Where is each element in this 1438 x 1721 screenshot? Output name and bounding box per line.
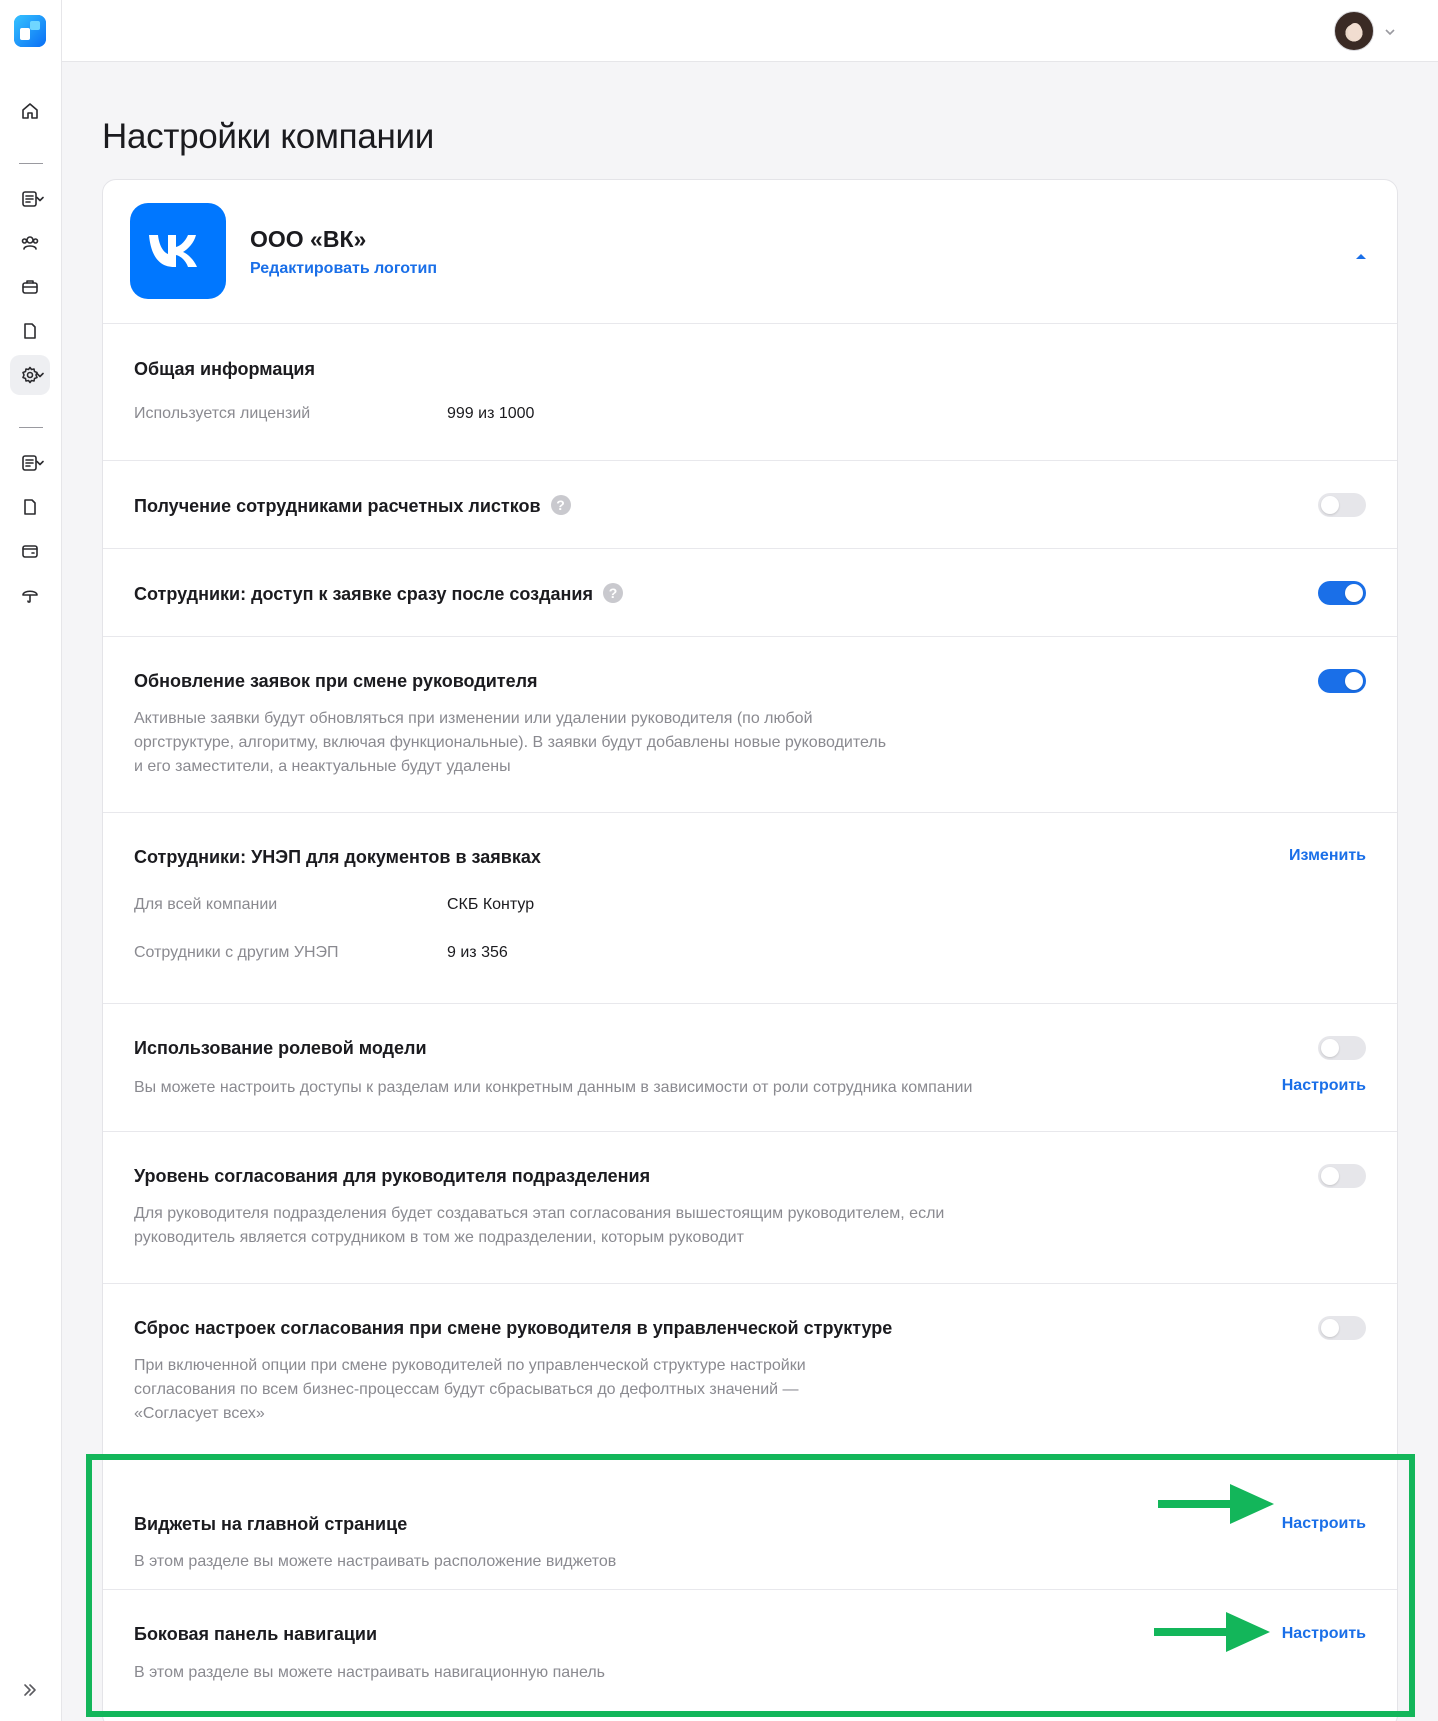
briefcase-icon[interactable] <box>10 267 50 307</box>
roles-section: Использование ролевой модели Вы можете н… <box>103 1003 1397 1131</box>
company-unep-label: Для всей компании <box>134 896 278 913</box>
sidebar <box>0 0 62 1721</box>
caret-up-icon[interactable] <box>1355 248 1367 259</box>
page-title: Настройки компании <box>102 117 435 156</box>
section-description: и его заместители, а неактуальные будут … <box>134 758 511 775</box>
configure-roles-link[interactable]: Настроить <box>1282 1077 1366 1095</box>
section-title: Сотрудники: УНЭП для документов в заявка… <box>134 847 541 867</box>
people-icon[interactable] <box>10 223 50 263</box>
section-title: Сотрудники: доступ к заявке сразу после … <box>134 583 623 605</box>
file-icon[interactable] <box>10 311 50 351</box>
licenses-value: 999 из 1000 <box>447 405 535 422</box>
gear-icon[interactable] <box>10 355 50 395</box>
section-description: В этом разделе вы можете настраивать нав… <box>134 1664 606 1681</box>
wallet-icon[interactable] <box>10 531 50 571</box>
section-title: Использование ролевой модели <box>134 1038 427 1058</box>
chevron-down-icon <box>36 372 44 378</box>
configure-navigation-link[interactable]: Настроить <box>1282 1625 1366 1643</box>
roles-toggle[interactable] <box>1318 1036 1366 1060</box>
request-access-toggle[interactable] <box>1318 581 1366 605</box>
section-title: Получение сотрудниками расчетных листков… <box>134 495 571 517</box>
configure-widgets-link[interactable]: Настроить <box>1282 1515 1366 1533</box>
approval-reset-toggle[interactable] <box>1318 1316 1366 1340</box>
manager-update-section: Обновление заявок при смене руководителя… <box>103 636 1397 812</box>
approval-level-section: Уровень согласования для руководителя по… <box>103 1131 1397 1283</box>
umbrella-icon[interactable] <box>10 575 50 615</box>
widgets-section: Виджеты на главной странице Настроить В … <box>103 1461 1397 1589</box>
section-title-text: Получение сотрудниками расчетных листков <box>134 496 541 516</box>
section-description: Для руководителя подразделения будет соз… <box>134 1205 945 1222</box>
chevron-down-icon <box>36 196 44 202</box>
edit-logo-link[interactable]: Редактировать логотип <box>250 260 437 278</box>
section-title: Сброс настроек согласования при смене ру… <box>134 1318 893 1338</box>
section-title: Общая информация <box>134 359 315 379</box>
unep-section: Сотрудники: УНЭП для документов в заявка… <box>103 812 1397 1003</box>
expand-sidebar-button[interactable] <box>18 1678 42 1702</box>
section-description: руководитель является сотрудником в том … <box>134 1229 744 1246</box>
sidebar-divider <box>19 163 43 164</box>
section-title: Виджеты на главной странице <box>134 1514 408 1534</box>
home-icon[interactable] <box>10 91 50 131</box>
document-list-icon[interactable] <box>10 179 50 219</box>
top-bar <box>62 0 1438 62</box>
chevron-down-icon <box>36 460 44 466</box>
section-title: Уровень согласования для руководителя по… <box>134 1166 651 1186</box>
chevron-down-icon[interactable] <box>1384 25 1396 37</box>
sidebar-divider <box>19 427 43 428</box>
section-title: Боковая панель навигации <box>134 1624 378 1644</box>
file-icon[interactable] <box>10 487 50 527</box>
change-unep-link[interactable]: Изменить <box>1289 847 1366 865</box>
help-icon[interactable]: ? <box>602 583 623 603</box>
section-description: В этом разделе вы можете настраивать рас… <box>134 1553 617 1570</box>
payslips-section: Получение сотрудниками расчетных листков… <box>103 460 1397 548</box>
user-avatar[interactable] <box>1334 11 1374 51</box>
payslips-toggle[interactable] <box>1318 493 1366 517</box>
section-title-text: Сотрудники: доступ к заявке сразу после … <box>134 584 593 604</box>
settings-card: ООО «ВК» Редактировать логотип Общая инф… <box>102 179 1398 1721</box>
licenses-label: Используется лицензий <box>134 405 311 422</box>
general-info-section: Общая информация Используется лицензий 9… <box>103 323 1397 460</box>
double-chevron-right-icon <box>24 1684 36 1696</box>
section-description: согласования по всем бизнес-процессам бу… <box>134 1381 799 1398</box>
company-name: ООО «ВК» <box>250 226 367 252</box>
section-description: Вы можете настроить доступы к разделам и… <box>134 1079 973 1096</box>
company-unep-value: СКБ Контур <box>447 896 535 913</box>
section-description: При включенной опции при смене руководит… <box>134 1357 806 1374</box>
document-list-icon[interactable] <box>10 443 50 483</box>
manager-update-toggle[interactable] <box>1318 669 1366 693</box>
approval-level-toggle[interactable] <box>1318 1164 1366 1188</box>
vk-logo-icon <box>149 235 197 267</box>
section-description: оргструктуре, алгоритму, включая функцио… <box>134 734 887 751</box>
section-title: Обновление заявок при смене руководителя <box>134 671 538 691</box>
section-description: «Согласует всех» <box>134 1405 265 1422</box>
navigation-section: Боковая панель навигации Настроить В это… <box>103 1589 1397 1721</box>
approval-reset-section: Сброс настроек согласования при смене ру… <box>103 1283 1397 1461</box>
section-description: Активные заявки будут обновляться при из… <box>134 710 813 727</box>
company-logo <box>130 203 226 299</box>
app-logo[interactable] <box>14 15 46 47</box>
other-unep-label: Сотрудники с другим УНЭП <box>134 944 339 961</box>
request-access-section: Сотрудники: доступ к заявке сразу после … <box>103 548 1397 636</box>
other-unep-value: 9 из 356 <box>447 944 508 961</box>
help-icon[interactable]: ? <box>550 495 571 515</box>
